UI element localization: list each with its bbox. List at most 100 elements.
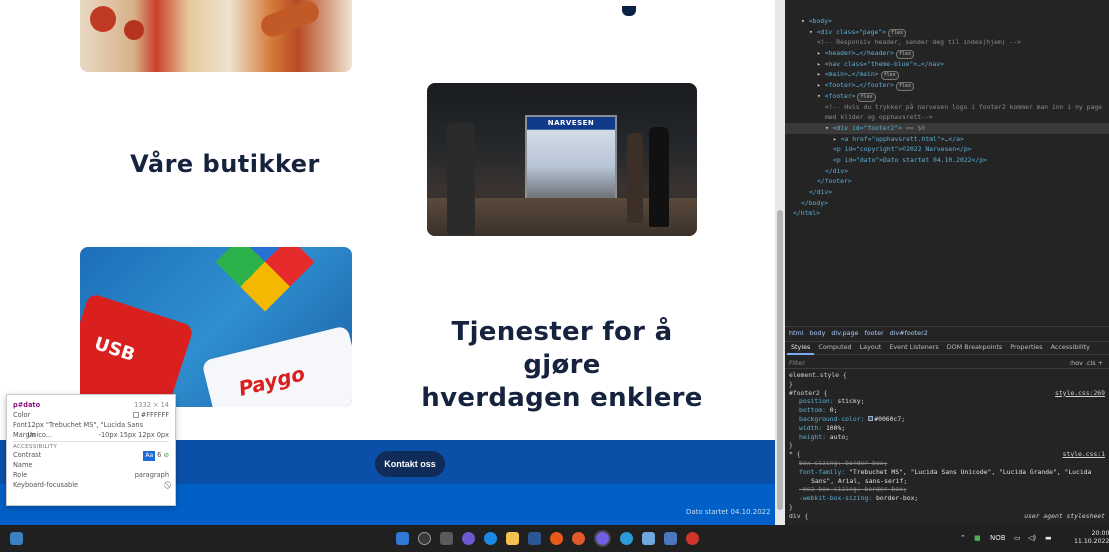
css-value[interactable]: auto; xyxy=(830,433,849,441)
css-property[interactable]: -webkit-box-sizing: xyxy=(799,494,876,502)
contact-button[interactable]: Kontakt oss xyxy=(375,451,445,477)
dom-node[interactable]: <p id="copyright">©2022 Narvesen</p> xyxy=(785,144,1109,155)
dom-node[interactable]: <!-- Hvis du trykker på narvesen logo i … xyxy=(785,102,1109,113)
dom-node[interactable]: <!-- Responsiv header, sender deg til in… xyxy=(785,37,1109,48)
filter-buttons[interactable]: :hov .cls + xyxy=(1069,357,1103,369)
caret-right-icon[interactable]: ▸ xyxy=(817,70,825,78)
language-indicator[interactable]: NOB xyxy=(990,532,1006,545)
caret-right-icon[interactable]: ▸ xyxy=(817,49,825,57)
dom-node[interactable]: med klider og opphavsrett--> xyxy=(785,112,1109,123)
css-property[interactable]: height: xyxy=(799,433,830,441)
css-value[interactable]: sticky; xyxy=(837,397,864,405)
dom-node[interactable]: </body> xyxy=(785,198,1109,209)
color-swatch-icon[interactable] xyxy=(868,416,874,422)
paint-icon[interactable] xyxy=(550,532,563,545)
css-value[interactable]: #0060c7; xyxy=(874,415,905,423)
dom-node[interactable]: ▾ <body> xyxy=(785,16,1109,27)
breadcrumb-item[interactable]: footer xyxy=(865,329,884,337)
caret-right-icon[interactable]: ▸ xyxy=(817,60,825,68)
elements-tree[interactable]: ▾ <body> ▾ <div class="page"> flex <!-- Re… xyxy=(785,0,1109,322)
dom-node[interactable]: </div> xyxy=(785,166,1109,177)
discord-icon[interactable] xyxy=(596,532,609,545)
start-icon[interactable] xyxy=(396,532,409,545)
page-scrollbar[interactable] xyxy=(775,0,785,525)
edge-icon[interactable] xyxy=(484,532,497,545)
dom-node[interactable]: </html> xyxy=(785,208,1109,219)
chat-icon[interactable] xyxy=(462,532,475,545)
caret-right-icon[interactable]: ▸ xyxy=(833,135,841,143)
tab-accessibility[interactable]: Accessibility xyxy=(1047,341,1094,355)
dom-node[interactable]: ▸ <header>…</header> flex xyxy=(785,48,1109,59)
css-declaration[interactable]: background-color: #0060c7; xyxy=(789,415,1105,424)
dom-node[interactable]: <p id="dato">Dato startet 04.10.2022</p> xyxy=(785,155,1109,166)
store-icon[interactable] xyxy=(528,532,541,545)
widgets-icon[interactable] xyxy=(10,532,23,545)
vivaldi-icon[interactable] xyxy=(686,532,699,545)
flex-badge[interactable]: flex xyxy=(895,50,915,59)
css-declaration[interactable]: -webkit-box-sizing: border-box; xyxy=(789,494,1105,503)
battery-icon[interactable]: ▬ xyxy=(1045,532,1052,545)
lock-icon[interactable]: ■ xyxy=(974,532,981,545)
dom-node[interactable]: ▸ <nav class="theme-blue">…</nav> xyxy=(785,59,1109,70)
caret-right-icon[interactable]: ▸ xyxy=(817,81,825,89)
rule-source-link[interactable]: style.css:1 xyxy=(1063,450,1105,459)
dom-node[interactable]: ▸ <a href="opphavsrett.html">…</a> xyxy=(785,134,1109,145)
css-value[interactable]: border-box; xyxy=(876,494,918,502)
css-property[interactable]: font-family: xyxy=(799,468,849,476)
css-declaration[interactable]: Sans", Arial, sans-serif; xyxy=(789,477,1105,486)
css-value[interactable]: Sans", Arial, sans-serif; xyxy=(811,477,907,485)
dom-node[interactable]: </footer> xyxy=(785,176,1109,187)
tab-dom-breakpoints[interactable]: DOM Breakpoints xyxy=(943,341,1007,355)
flex-badge[interactable]: flex xyxy=(887,28,907,38)
rule-source-link[interactable]: style.css:269 xyxy=(1055,389,1105,398)
caret-down-icon[interactable]: ▾ xyxy=(801,17,809,25)
chevron-up-icon[interactable]: ⌃ xyxy=(960,532,966,545)
tab-properties[interactable]: Properties xyxy=(1006,341,1046,355)
css-value[interactable]: border-box; xyxy=(864,485,906,493)
tab-styles[interactable]: Styles xyxy=(787,341,815,355)
css-value[interactable]: border-box; xyxy=(845,459,887,467)
css-value[interactable]: 0; xyxy=(830,406,838,414)
flex-badge[interactable]: flex xyxy=(857,92,876,102)
dom-node[interactable]: ▸ <main>…</main> flex xyxy=(785,69,1109,81)
css-declaration[interactable]: -moz-box-sizing: border-box; xyxy=(789,485,1105,494)
vscode-icon[interactable] xyxy=(642,532,655,545)
css-declaration[interactable]: bottom: 0; xyxy=(789,406,1105,415)
css-declaration[interactable]: width: 100%; xyxy=(789,424,1105,433)
dom-node[interactable]: ▾ <footer> flex xyxy=(785,91,1109,102)
caret-down-icon[interactable]: ▾ xyxy=(809,28,817,36)
tab-layout[interactable]: Layout xyxy=(856,341,886,355)
flex-badge[interactable]: flex xyxy=(895,82,915,91)
css-property[interactable]: width: xyxy=(799,424,826,432)
notes-icon[interactable] xyxy=(664,532,677,545)
dom-node[interactable]: </div> xyxy=(785,187,1109,198)
chrome-icon[interactable] xyxy=(620,532,633,545)
css-declaration[interactable]: position: sticky; xyxy=(789,397,1105,406)
breadcrumb-item[interactable]: div.page xyxy=(831,329,858,337)
firefox-icon[interactable] xyxy=(572,532,585,545)
dom-node[interactable]: ▸ <footer>…</footer> flex xyxy=(785,80,1109,91)
search-icon[interactable] xyxy=(418,532,431,545)
task-view-icon[interactable] xyxy=(440,532,453,545)
tab-computed[interactable]: Computed xyxy=(814,341,855,355)
css-value[interactable]: "Trebuchet MS", "Lucida Sans Unicode", "… xyxy=(849,468,1091,476)
breadcrumb-item[interactable]: html xyxy=(789,329,804,337)
caret-down-icon[interactable]: ▾ xyxy=(817,92,825,100)
css-property[interactable]: -moz-box-sizing: xyxy=(799,485,864,493)
css-value[interactable]: 100%; xyxy=(826,424,845,432)
filter-input[interactable]: Filter xyxy=(789,359,805,367)
network-icon[interactable]: ▭ xyxy=(1014,532,1021,545)
caret-down-icon[interactable]: ▾ xyxy=(825,124,833,132)
breadcrumb-item[interactable]: div#footer2 xyxy=(890,329,928,337)
tab-event-listeners[interactable]: Event Listeners xyxy=(885,341,942,355)
clock[interactable]: 20:00 11.10.2022 xyxy=(1074,530,1109,546)
dom-node[interactable]: ▾ <div class="page"> flex xyxy=(785,27,1109,38)
css-property[interactable]: bottom: xyxy=(799,406,830,414)
css-declaration[interactable]: height: auto; xyxy=(789,433,1105,442)
volume-icon[interactable]: ◁) xyxy=(1028,532,1036,545)
css-property[interactable]: background-color: xyxy=(799,415,868,423)
css-declaration[interactable]: font-family: "Trebuchet MS", "Lucida San… xyxy=(789,468,1105,477)
styles-filter[interactable]: Filter :hov .cls + xyxy=(785,357,1109,369)
css-property[interactable]: position: xyxy=(799,397,837,405)
scrollbar-thumb[interactable] xyxy=(777,210,783,510)
